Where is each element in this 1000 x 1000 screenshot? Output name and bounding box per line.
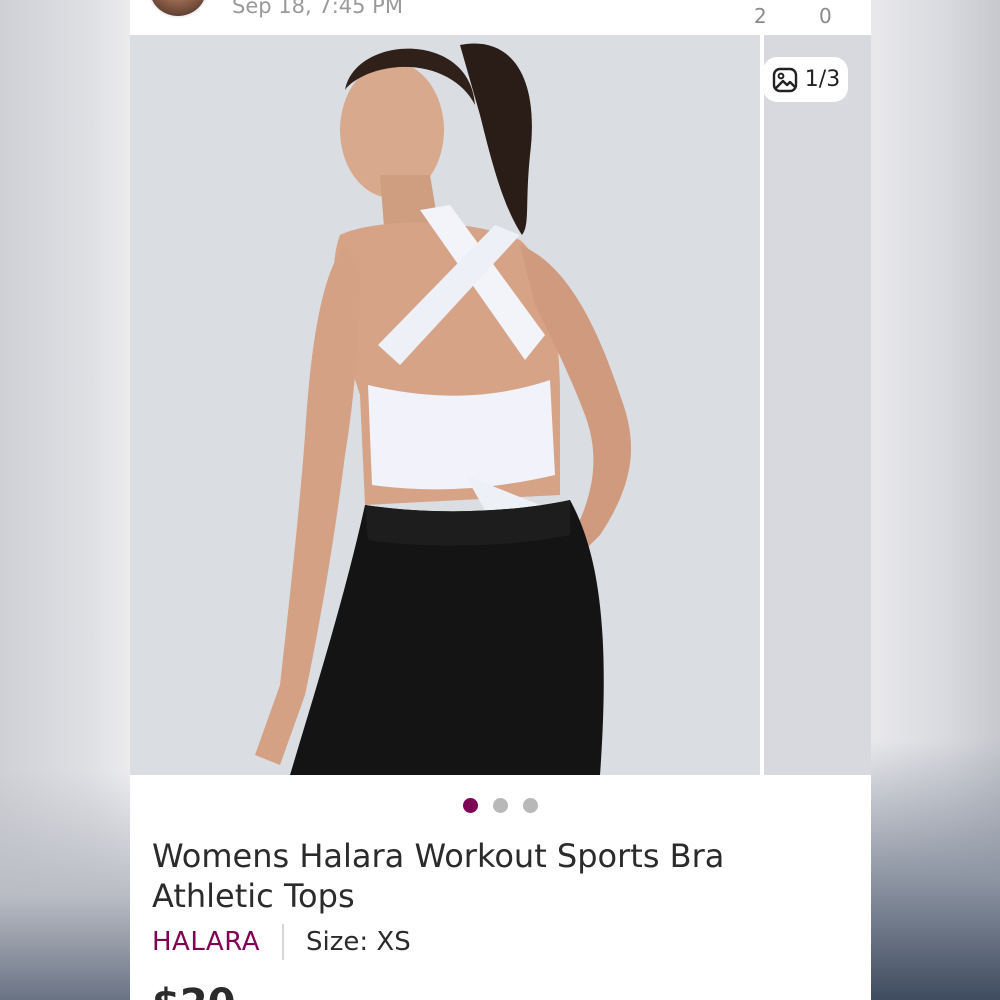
background-right	[871, 0, 1000, 1000]
pagination-dot-2[interactable]	[493, 797, 508, 813]
brand-link[interactable]: HALARA	[152, 927, 260, 957]
photo-counter-text: 1/3	[804, 67, 841, 92]
post-date: Sep 18, 7:45 PM	[232, 0, 403, 18]
meta-divider	[282, 924, 285, 960]
pagination-dot-3[interactable]	[523, 797, 538, 813]
listing-title: Womens Halara Workout Sports Bra Athleti…	[152, 837, 725, 915]
listing-meta: HALARA Size: XS	[152, 922, 411, 962]
carousel-pagination	[130, 795, 871, 815]
seller-avatar[interactable]	[148, 0, 208, 18]
product-photo-illustration	[130, 35, 760, 775]
background-left-shade	[0, 770, 130, 1000]
photo-carousel[interactable]: 1/3	[130, 35, 871, 775]
listing-card: Sep 18, 7:45 PM 2 0 1/3 Womens Halara Wo…	[130, 0, 871, 1000]
background-left	[0, 0, 130, 1000]
size-label: Size: XS	[306, 927, 411, 957]
listing-header: Sep 18, 7:45 PM 2 0	[130, 0, 871, 35]
next-photo-peek[interactable]	[764, 35, 871, 775]
listing-photo[interactable]	[130, 35, 760, 775]
background-right-shade	[871, 740, 1000, 1000]
likes-count[interactable]: 2	[754, 4, 767, 28]
photo-counter-badge: 1/3	[763, 57, 848, 102]
pagination-dot-1[interactable]	[463, 797, 478, 813]
comments-count[interactable]: 0	[819, 4, 832, 28]
listing-price: $20	[152, 984, 236, 1000]
gallery-icon	[772, 67, 797, 92]
